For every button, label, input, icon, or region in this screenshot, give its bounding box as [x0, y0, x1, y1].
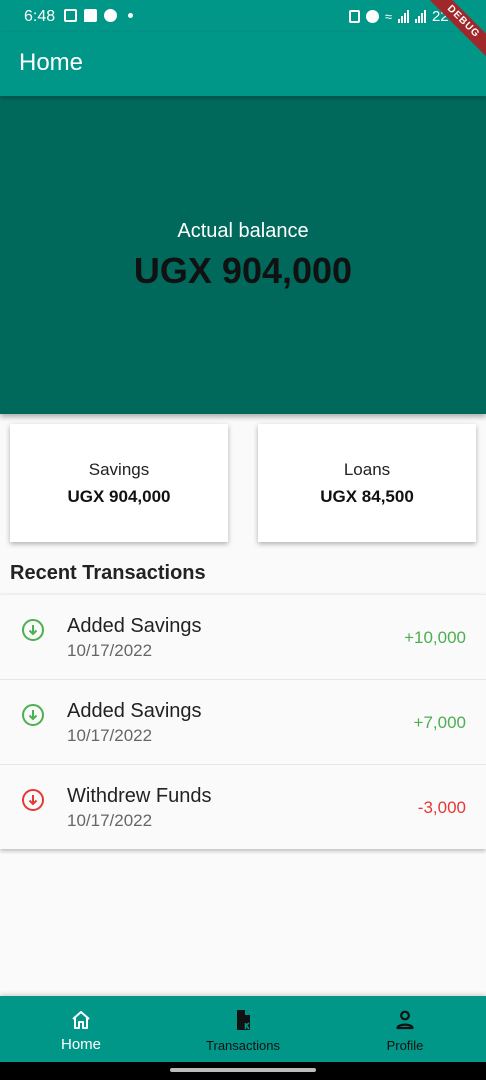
- nav-transactions-label: Transactions: [206, 1038, 280, 1053]
- signal-icon: [397, 10, 409, 23]
- savings-label: Savings: [88, 460, 150, 479]
- status-time: 6:48: [24, 8, 56, 25]
- person-icon: [396, 1010, 414, 1030]
- transaction-date: 10/17/2022: [67, 641, 153, 660]
- app-bar: Home: [0, 32, 486, 96]
- transaction-list: Added Savings 10/17/2022 +10,000 Added S…: [0, 594, 486, 849]
- recent-transactions-title: Recent Transactions: [10, 562, 206, 584]
- bottom-navigation: Home Transactions Profile: [0, 996, 486, 1062]
- gesture-handle[interactable]: [170, 1068, 316, 1072]
- nav-home[interactable]: Home: [0, 996, 162, 1062]
- balance-label: Actual balance: [177, 220, 309, 242]
- transaction-amount: +10,000: [404, 628, 466, 647]
- transaction-item[interactable]: Added Savings 10/17/2022 +7,000: [0, 679, 486, 764]
- nav-profile-label: Profile: [386, 1038, 424, 1053]
- home-icon: [72, 1011, 90, 1029]
- page-title: Home: [19, 49, 84, 76]
- status-bar: 6:48 ≈ 22%: [0, 0, 486, 32]
- app-notification-icon: [104, 9, 117, 22]
- transaction-date: 10/17/2022: [67, 811, 153, 830]
- wifi-icon: ≈: [384, 9, 392, 24]
- loans-label: Loans: [343, 460, 391, 479]
- message-notification-icon: [84, 9, 97, 22]
- transaction-title: Added Savings: [67, 615, 202, 637]
- nav-transactions[interactable]: Transactions: [162, 996, 324, 1062]
- more-notifications-icon: [128, 13, 133, 18]
- balance-section: Actual balance UGX 904,000: [0, 96, 486, 414]
- notification-icons: [64, 9, 133, 22]
- transaction-item[interactable]: Withdrew Funds 10/17/2022 -3,000: [0, 764, 486, 849]
- transaction-date: 10/17/2022: [67, 726, 153, 745]
- nav-home-label: Home: [60, 1036, 101, 1053]
- transaction-title: Added Savings: [67, 700, 202, 722]
- image-notification-icon: [64, 9, 77, 22]
- transaction-amount: +7,000: [413, 713, 466, 732]
- transaction-amount: -3,000: [417, 798, 466, 817]
- savings-value: UGX 904,000: [67, 487, 171, 506]
- document-icon: [237, 1010, 250, 1030]
- battery-saver-icon: [348, 10, 360, 23]
- loans-value: UGX 84,500: [320, 487, 414, 506]
- arrow-down-circle-icon: [22, 789, 44, 811]
- signal-2-icon: [414, 10, 426, 23]
- balance-amount: UGX 904,000: [133, 250, 353, 291]
- savings-card[interactable]: Savings UGX 904,000: [10, 424, 228, 542]
- loans-card[interactable]: Loans UGX 84,500: [258, 424, 476, 542]
- arrow-down-circle-icon: [22, 619, 44, 641]
- arrow-down-circle-icon: [22, 704, 44, 726]
- nav-profile[interactable]: Profile: [324, 996, 486, 1062]
- transaction-title: Withdrew Funds: [67, 785, 212, 807]
- gesture-bar: [0, 1062, 486, 1080]
- alarm-icon: [365, 10, 379, 23]
- transaction-item[interactable]: Added Savings 10/17/2022 +10,000: [0, 594, 486, 679]
